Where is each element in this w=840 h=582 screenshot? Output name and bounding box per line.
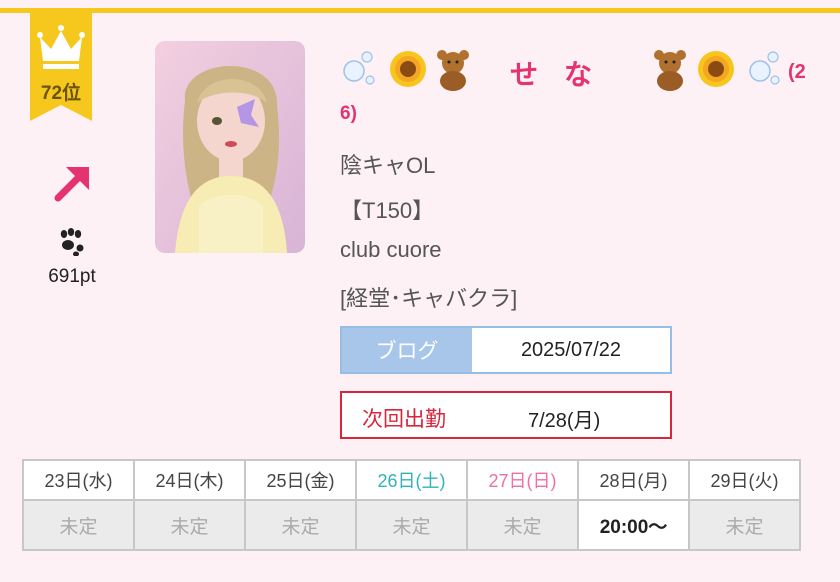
schedule-day-header: 23日(水) xyxy=(22,459,135,501)
paw-icon xyxy=(60,228,84,256)
cast-height: 【T150】 xyxy=(340,198,435,223)
schedule-header-row: 23日(水) 24日(木) 25日(金) 26日(土) 27日(日) 28日(月… xyxy=(22,459,801,501)
schedule-day-value: 未定 xyxy=(22,499,135,551)
area-category: [経堂･キャバクラ] xyxy=(340,286,518,311)
bubbles-emoji xyxy=(343,51,375,85)
teddy-bear-emoji xyxy=(654,50,686,91)
rank-label: 72位 xyxy=(40,83,82,104)
schedule-day-header: 28日(月) xyxy=(577,459,690,501)
teddy-bear-emoji xyxy=(437,50,469,91)
sunflower-emoji xyxy=(698,51,734,87)
cast-name-line[interactable]: せな (2 xyxy=(340,47,810,91)
club-name[interactable]: club cuore xyxy=(340,237,442,263)
schedule-day-value: 未定 xyxy=(355,499,468,551)
points-label: 691pt xyxy=(48,266,96,287)
next-shift-date: 7/28(月) xyxy=(528,410,601,432)
schedule-day-value: 20:00〜 xyxy=(577,499,690,551)
cast-age-part1: (2 xyxy=(788,61,806,83)
cast-catchphrase: 陰キャOL xyxy=(340,153,436,178)
schedule-value-row: 未定 未定 未定 未定 未定 20:00〜 未定 xyxy=(22,499,801,551)
schedule-day-header: 25日(金) xyxy=(244,459,357,501)
schedule-day-value: 未定 xyxy=(688,499,801,551)
next-shift-box: 次回出勤 7/28(月) xyxy=(340,391,672,439)
bubbles-emoji xyxy=(749,51,780,85)
cast-name[interactable]: せな xyxy=(510,53,618,93)
schedule-day-header: 26日(土) xyxy=(355,459,468,501)
schedule-day-header: 29日(火) xyxy=(688,459,801,501)
next-shift-label: 次回出勤 xyxy=(362,408,446,431)
cast-photo[interactable] xyxy=(155,41,305,253)
schedule-day-header: 24日(木) xyxy=(133,459,246,501)
schedule-day-value: 未定 xyxy=(244,499,357,551)
blog-label[interactable]: ブログ xyxy=(342,328,472,372)
top-accent-line xyxy=(0,8,840,13)
trend-up-arrow-icon xyxy=(54,167,89,202)
blog-link[interactable]: ブログ 2025/07/22 xyxy=(340,326,672,374)
name-decoration-left xyxy=(343,50,469,91)
schedule-day-header: 27日(日) xyxy=(466,459,579,501)
weekly-schedule-table: 23日(水) 24日(木) 25日(金) 26日(土) 27日(日) 28日(月… xyxy=(22,459,801,551)
name-decoration-right xyxy=(654,50,780,91)
schedule-day-value: 未定 xyxy=(466,499,579,551)
sunflower-emoji xyxy=(390,51,426,87)
blog-date: 2025/07/22 xyxy=(520,338,622,361)
schedule-day-value: 未定 xyxy=(133,499,246,551)
cast-age-part2: 6) xyxy=(340,103,357,124)
